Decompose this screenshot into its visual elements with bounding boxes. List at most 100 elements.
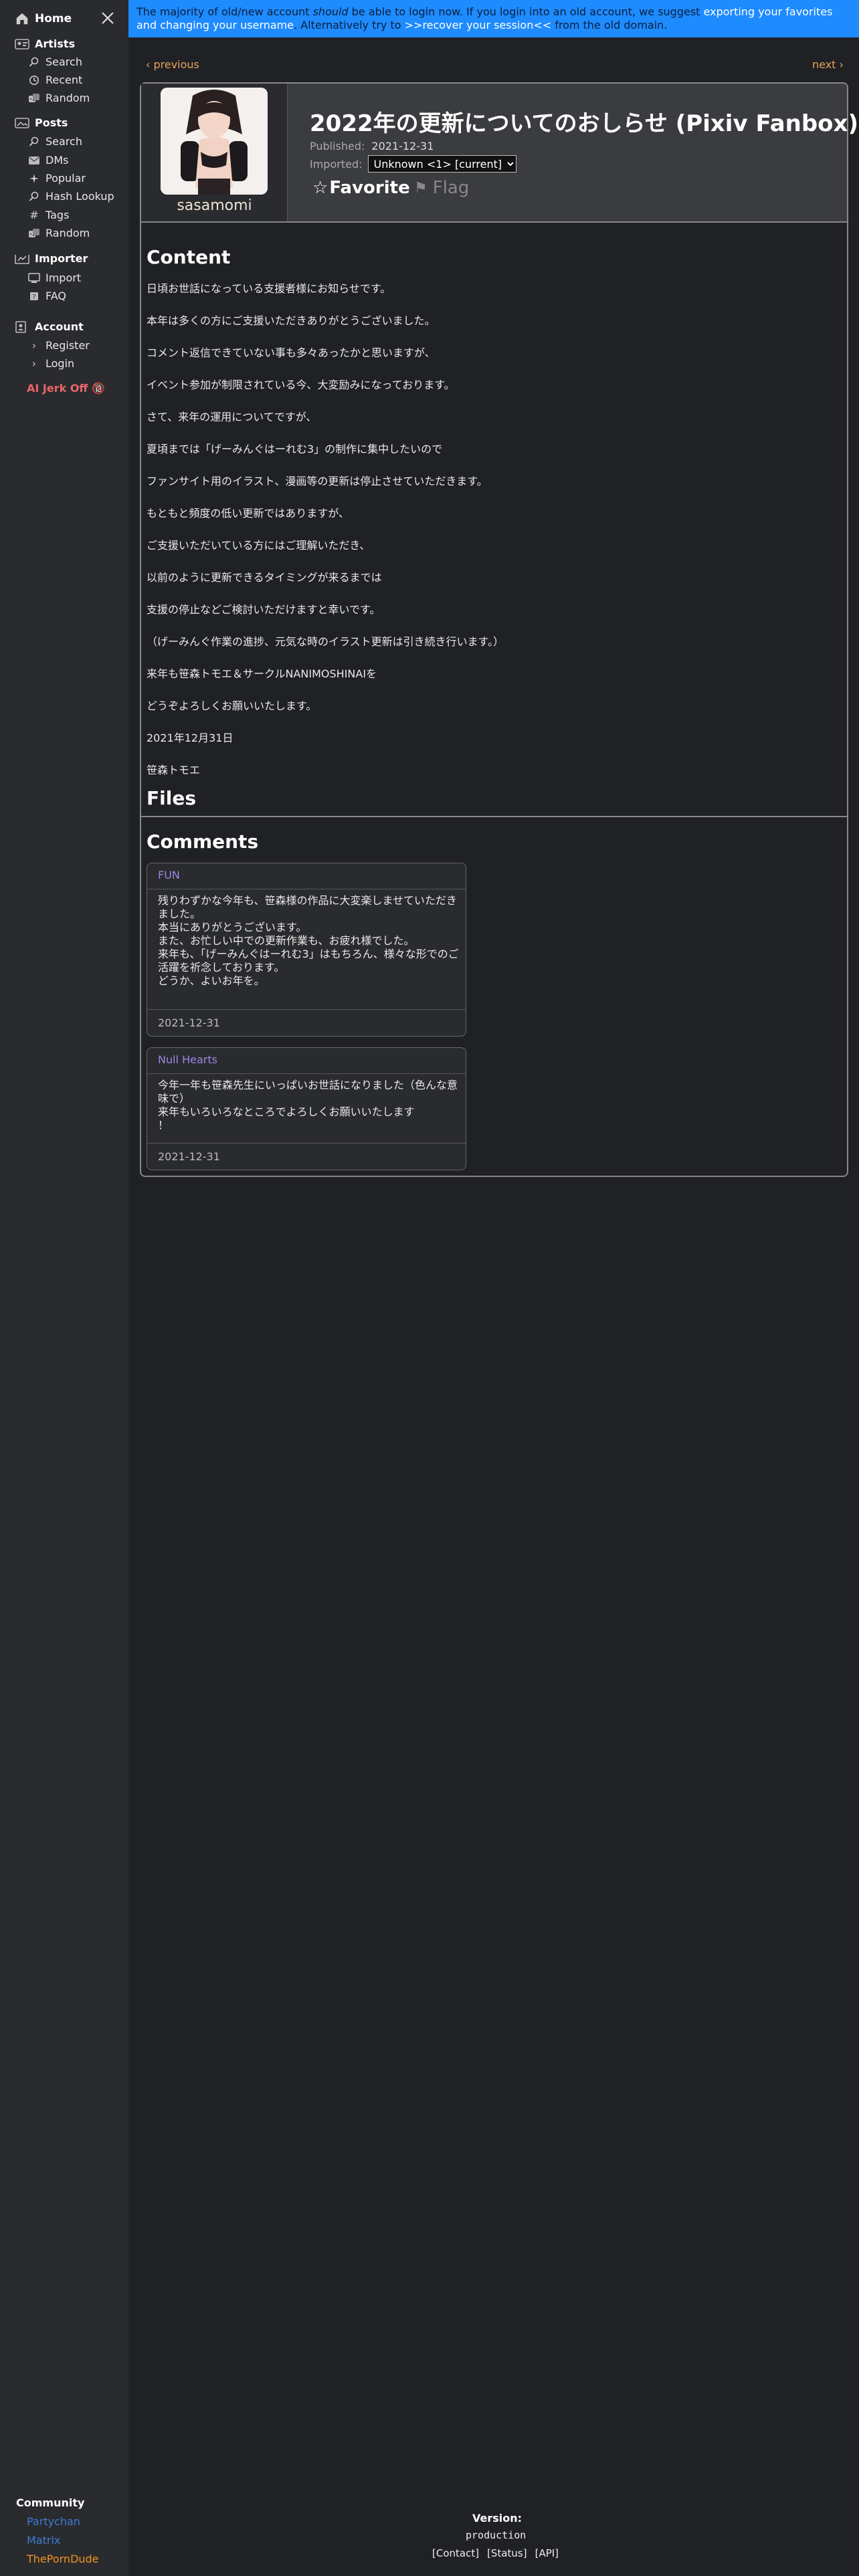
footer-version-label: Version: (472, 2512, 522, 2525)
sidebar-item-label: Register (45, 339, 90, 352)
sidebar-item-posts-hash-lookup[interactable]: Hash Lookup (28, 190, 114, 203)
content-paragraph: 以前のように更新できるタイミングが来るまでは (147, 571, 382, 584)
sidebar: Home Artists Search Recent Random Posts … (0, 0, 128, 2576)
sidebar-item-label: FAQ (45, 290, 66, 302)
svg-text:?: ? (32, 294, 35, 301)
community-link-theporndude[interactable]: ThePornDude (27, 2553, 99, 2565)
page-title: 2022年の更新についてのおしらせ (Pixiv Fanbox) (310, 110, 859, 137)
footer-api-link[interactable]: [API] (535, 2547, 559, 2559)
faq-icon: ? (28, 290, 40, 302)
footer-contact-link[interactable]: [Contact] (432, 2547, 479, 2559)
sidebar-item-posts-random[interactable]: Random (28, 227, 90, 239)
sidebar-item-label: Hash Lookup (45, 190, 114, 203)
sidebar-item-posts-popular[interactable]: Popular (28, 172, 86, 185)
comment-line: 本当にありがとうございます。 (158, 921, 307, 934)
content-paragraph: 日頃お世話になっている支援者様にお知らせです。 (147, 282, 391, 295)
artist-name: sasamomi (177, 197, 252, 214)
flag-button[interactable]: ⚑ Flag (414, 178, 469, 198)
comment-line: ました。 (158, 907, 201, 920)
comment-date: 2021-12-31 (158, 1016, 220, 1029)
sidebar-section-title: Posts (35, 116, 68, 129)
banner-text: be able to login now. If you login into … (348, 5, 704, 18)
register-arrow-icon: › (31, 339, 37, 352)
files-heading: Files (147, 787, 196, 809)
sidebar-item-login[interactable]: › Login (28, 357, 74, 370)
star-icon: ☆ (312, 178, 328, 198)
sparkle-icon (28, 173, 40, 185)
files-divider (141, 816, 847, 817)
avatar (161, 88, 268, 195)
previous-post-link[interactable]: ‹ previous (146, 58, 199, 71)
revision-select[interactable]: Unknown <1> [current] (367, 155, 516, 173)
imported-row: Imported: Unknown <1> [current] (310, 155, 516, 173)
close-icon[interactable] (100, 11, 115, 25)
banner-text: The majority of old/new account (136, 5, 313, 18)
comment-divider (147, 1073, 466, 1074)
banner-text: . Alternatively try to (294, 19, 405, 31)
sidebar-item-posts-search[interactable]: Search (28, 135, 82, 148)
monitor-icon (28, 272, 40, 284)
sidebar-home-link[interactable]: Home (15, 11, 72, 26)
content-paragraph: ご支援いただいている方にはご理解いただき、 (147, 539, 371, 552)
comment-line: 残りわずかな今年も、笹森様の作品に大変楽しませていただき (158, 894, 458, 907)
sidebar-item-label: Login (45, 357, 75, 370)
announcement-banner: The majority of old/new account should b… (128, 0, 859, 37)
envelope-icon (28, 154, 40, 167)
sidebar-section-artists: Artists (15, 37, 75, 50)
sidebar-section-title: Artists (35, 37, 76, 50)
content-paragraph: コメント返信できていない事も多々あったかと思いますが、 (147, 346, 436, 359)
community-link-matrix[interactable]: Matrix (27, 2534, 60, 2547)
content-paragraph: ファンサイト用のイラスト、漫画等の更新は停止させていただきます。 (147, 475, 488, 488)
content-paragraph: 来年も笹森トモエ＆サークルNANIMOSHINAIを (147, 667, 377, 680)
hash-icon: # (29, 209, 39, 221)
sidebar-item-posts-dms[interactable]: DMs (28, 154, 68, 167)
posts-image-icon (15, 117, 29, 128)
sidebar-item-label: Search (45, 56, 82, 68)
comment-divider (147, 1009, 466, 1010)
artist-avatar-link[interactable]: sasamomi (141, 84, 288, 221)
content-paragraph: 本年は多くの方にご支援いただきありがとうございました。 (147, 314, 436, 327)
sidebar-item-faq[interactable]: ? FAQ (28, 290, 66, 302)
comment-line: ！ (158, 1119, 169, 1132)
sidebar-section-posts: Posts (15, 116, 68, 129)
avatar-image (161, 88, 268, 195)
comment-line: どうか、よいお年を。 (158, 974, 265, 987)
favorite-label: Favorite (329, 178, 410, 198)
comment-line: 活躍を祈念しております。 (158, 961, 285, 974)
comment: Null Hearts 今年一年も笹森先生にいっぱいお世話になりました（色んな意… (147, 1047, 466, 1170)
published-date: 2021-12-31 (371, 140, 434, 152)
sidebar-item-artists-random[interactable]: Random (28, 92, 90, 104)
comment-body: 残りわずかな今年も、笹森様の作品に大変楽しませていただき ました。 本当にありが… (158, 894, 459, 988)
dice-icon (28, 227, 40, 239)
sidebar-item-artists-search[interactable]: Search (28, 56, 82, 68)
sidebar-item-artists-recent[interactable]: Recent (28, 74, 82, 86)
sidebar-item-register[interactable]: › Register (28, 339, 90, 352)
ai-link[interactable]: AI Jerk Off 🔞 (27, 382, 105, 395)
comments-heading: Comments (147, 831, 259, 853)
community-link-partychan[interactable]: Partychan (27, 2515, 80, 2528)
content-paragraph: さて、来年の運用についてですが、 (147, 411, 317, 423)
next-post-link[interactable]: next › (812, 58, 844, 71)
sidebar-item-label: DMs (45, 154, 69, 167)
search-icon (28, 56, 40, 68)
footer-status-link[interactable]: [Status] (487, 2547, 527, 2559)
imported-label: Imported: (310, 157, 363, 171)
clock-icon (28, 74, 40, 86)
banner-emphasis: should (312, 5, 349, 18)
login-arrow-icon: › (31, 357, 37, 370)
banner-recover-link[interactable]: >>recover your session<< (405, 19, 552, 31)
comment-author[interactable]: Null Hearts (158, 1053, 217, 1066)
comment-line: 味で） (158, 1092, 191, 1105)
home-icon (16, 13, 28, 25)
importer-icon (15, 254, 29, 264)
favorite-button[interactable]: ☆ Favorite (312, 178, 410, 198)
content-paragraph: 支援の停止などご検討いただけますと幸いです。 (147, 603, 381, 616)
search-icon (28, 191, 40, 203)
sidebar-item-import[interactable]: Import (28, 272, 81, 284)
sidebar-item-posts-tags[interactable]: # Tags (28, 209, 69, 221)
comment-author[interactable]: FUN (158, 869, 180, 881)
comment-divider (147, 1143, 466, 1144)
flag-icon: ⚑ (414, 179, 427, 197)
content-paragraph: 夏頃までは「げーみんぐはーれむ3」の制作に集中したいので (147, 443, 443, 455)
sidebar-section-account: Account (15, 320, 84, 333)
